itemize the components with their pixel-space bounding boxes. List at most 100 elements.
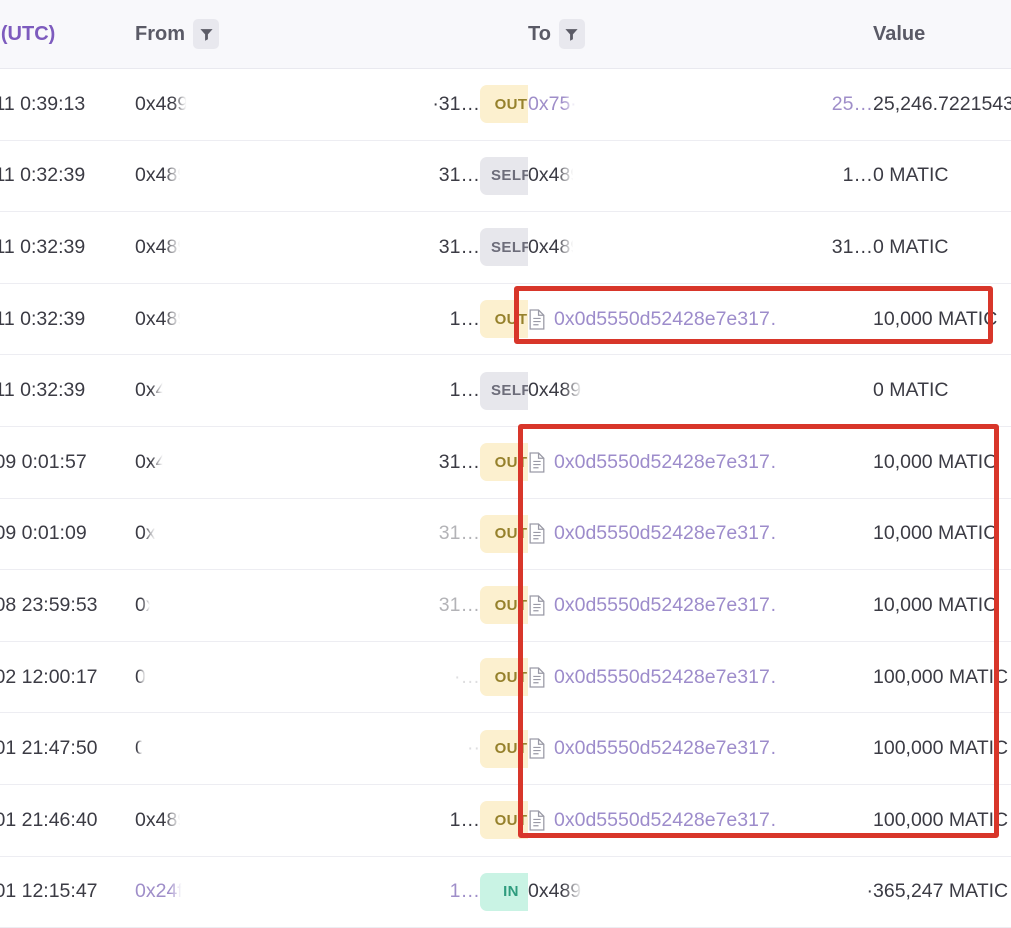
cell-to-address[interactable]: 0x0d5550d52428e7e317… [528,641,778,713]
cell-from-address[interactable]: 0x48 [135,426,385,498]
cell-to-address[interactable]: 0x0d5550d52428e7e317… [528,570,778,642]
cell-from-address[interactable]: 0x489 [135,212,385,284]
direction-badge-self: SELF [480,228,528,266]
column-header-age[interactable]: ne (UTC) [0,0,135,69]
table-row[interactable]: -08 23:59:530x431…OUT0x0d5550d52428e7e31… [0,570,1011,642]
from-address-text[interactable]: 0x48 [135,522,177,544]
to-address-text[interactable]: 0x0d5550d52428e7e317… [554,594,778,617]
direction-badge-out: OUT [480,730,528,768]
direction-badge-out: OUT [480,658,528,696]
to-address-text[interactable]: 0x0d5550d52428e7e317… [554,522,778,545]
cell-from-address[interactable]: 0x489 [135,784,385,856]
cell-to-truncation: 1… [778,140,873,212]
from-address-text[interactable]: 0x48 [135,451,177,473]
cell-to-address[interactable]: 0x489 [528,212,778,284]
direction-badge-in: IN [480,873,528,911]
cell-age: -09 0:01:57 [0,426,135,498]
table-row[interactable]: -11 0:39:130x489·31…OUT0x75·25…25,246.72… [0,69,1011,141]
from-address-text[interactable]: 0x4 [135,666,166,688]
cell-from-truncation: 31… [385,570,480,642]
table-row[interactable]: -02 12:00:170x4·…OUT0x0d5550d52428e7e317… [0,641,1011,713]
cell-value: 25,246.722154305 [873,69,1011,141]
table-row[interactable]: -11 0:32:390x48931…SELF0x4891…0 MATIC [0,140,1011,212]
column-header-from[interactable]: From [135,0,385,69]
from-address-text[interactable]: 0x489 [135,308,188,330]
cell-to-address[interactable]: 0x0d5550d52428e7e317… [528,713,778,785]
cell-direction: OUT [480,426,528,498]
cell-to-truncation: 25… [778,69,873,141]
cell-to-address[interactable]: 0x0d5550d52428e7e317… [528,426,778,498]
cell-from-address[interactable]: 0x4 [135,641,385,713]
from-filter-icon[interactable] [193,19,219,49]
cell-value: 10,000 MATIC [873,570,1011,642]
from-address-text[interactable]: 0x489 [135,93,188,115]
cell-from-address[interactable]: 0x4 [135,570,385,642]
table-row[interactable]: -11 0:32:390x48931…SELF0x48931…0 MATIC [0,212,1011,284]
cell-to-address[interactable]: 0x0d5550d52428e7e317… [528,498,778,570]
table-row[interactable]: -01 21:47:500x··OUT0x0d5550d52428e7e317…… [0,713,1011,785]
to-filter-icon[interactable] [559,19,585,49]
cell-value: 100,000 MATIC [873,641,1011,713]
contract-document-icon [528,595,547,616]
cell-from-truncation: 31… [385,212,480,284]
column-header-value-label: Value [873,23,925,46]
cell-to-address[interactable]: 0x75· [528,69,778,141]
cell-from-address[interactable]: 0x489 [135,140,385,212]
cell-from-address[interactable]: 0x [135,713,385,785]
cell-age: -11 0:39:13 [0,69,135,141]
contract-document-icon [528,810,547,831]
cell-from-address[interactable]: 0x489 [135,283,385,355]
cell-direction: OUT [480,498,528,570]
to-address-text[interactable]: 0x0d5550d52428e7e317… [554,451,778,474]
cell-from-address[interactable]: 0x489 [135,69,385,141]
cell-from-address[interactable]: 0x48 [135,498,385,570]
cell-age: -09 0:01:09 [0,498,135,570]
from-address-text[interactable]: 0x489 [135,164,188,186]
to-address-text[interactable]: 0x0d5550d52428e7e317… [554,809,778,832]
from-address-text[interactable]: 0x489 [135,809,188,831]
cell-to-truncation [778,641,873,713]
cell-to-address[interactable]: 0x489 [528,140,778,212]
from-address-text[interactable]: 0x48 [135,379,177,401]
cell-to-truncation [778,570,873,642]
direction-badge-out: OUT [480,85,528,123]
cell-age: -01 12:15:47 [0,856,135,928]
cell-to-address[interactable]: 0x0d5550d52428e7e317… [528,784,778,856]
cell-to-address[interactable]: 0x4895 [528,355,778,427]
cell-from-truncation: 31… [385,426,480,498]
from-address-text[interactable]: 0x [135,737,156,759]
to-address-text[interactable]: 0x0d5550d52428e7e317… [554,308,778,331]
to-address-text[interactable]: 0x0d5550d52428e7e317… [554,737,778,760]
to-address-text[interactable]: 0x489 [528,164,581,186]
cell-to-address[interactable]: 0x0d5550d52428e7e317… [528,283,778,355]
to-address-text[interactable]: 0x4895 [528,880,592,902]
to-address-text[interactable]: 0x0d5550d52428e7e317… [554,666,778,689]
cell-direction: OUT [480,713,528,785]
cell-from-address[interactable]: 0x48 [135,355,385,427]
direction-badge-out: OUT [480,586,528,624]
column-header-to[interactable]: To [528,0,778,69]
table-row[interactable]: -09 0:01:570x48 31…OUT 0x0d5550d52428e7e31… [0,426,1011,498]
from-address-text[interactable]: 0x24f [135,880,183,902]
column-header-age-label: ne (UTC) [0,23,55,46]
cell-age: -01 21:47:50 [0,713,135,785]
table-row[interactable]: -01 12:15:470x24f1…IN0x4895·365,247 MATI… [0,856,1011,928]
column-header-value[interactable]: Value [873,0,1011,69]
to-address-text[interactable]: 0x4895 [528,379,592,401]
table-header-row: ne (UTC) From [0,0,1011,69]
from-address-text[interactable]: 0x4 [135,594,166,616]
table-row[interactable]: -09 0:01:090x4831…OUT0x0d5550d52428e7e31… [0,498,1011,570]
cell-direction: OUT [480,570,528,642]
table-row[interactable]: -01 21:46:400x4891…OUT0x0d5550d52428e7e3… [0,784,1011,856]
contract-document-icon [528,667,547,688]
contract-document-icon [528,523,547,544]
table-row[interactable]: -11 0:32:390x481…SELF0x48950 MATIC [0,355,1011,427]
from-address-text[interactable]: 0x489 [135,236,188,258]
cell-to-truncation [778,283,873,355]
cell-to-address[interactable]: 0x4895 [528,856,778,928]
to-address-text[interactable]: 0x75· [528,93,577,115]
cell-age: -01 21:46:40 [0,784,135,856]
cell-from-address[interactable]: 0x24f [135,856,385,928]
table-row[interactable]: -11 0:32:390x4891…OUT0x0d5550d52428e7e31… [0,283,1011,355]
to-address-text[interactable]: 0x489 [528,236,581,258]
